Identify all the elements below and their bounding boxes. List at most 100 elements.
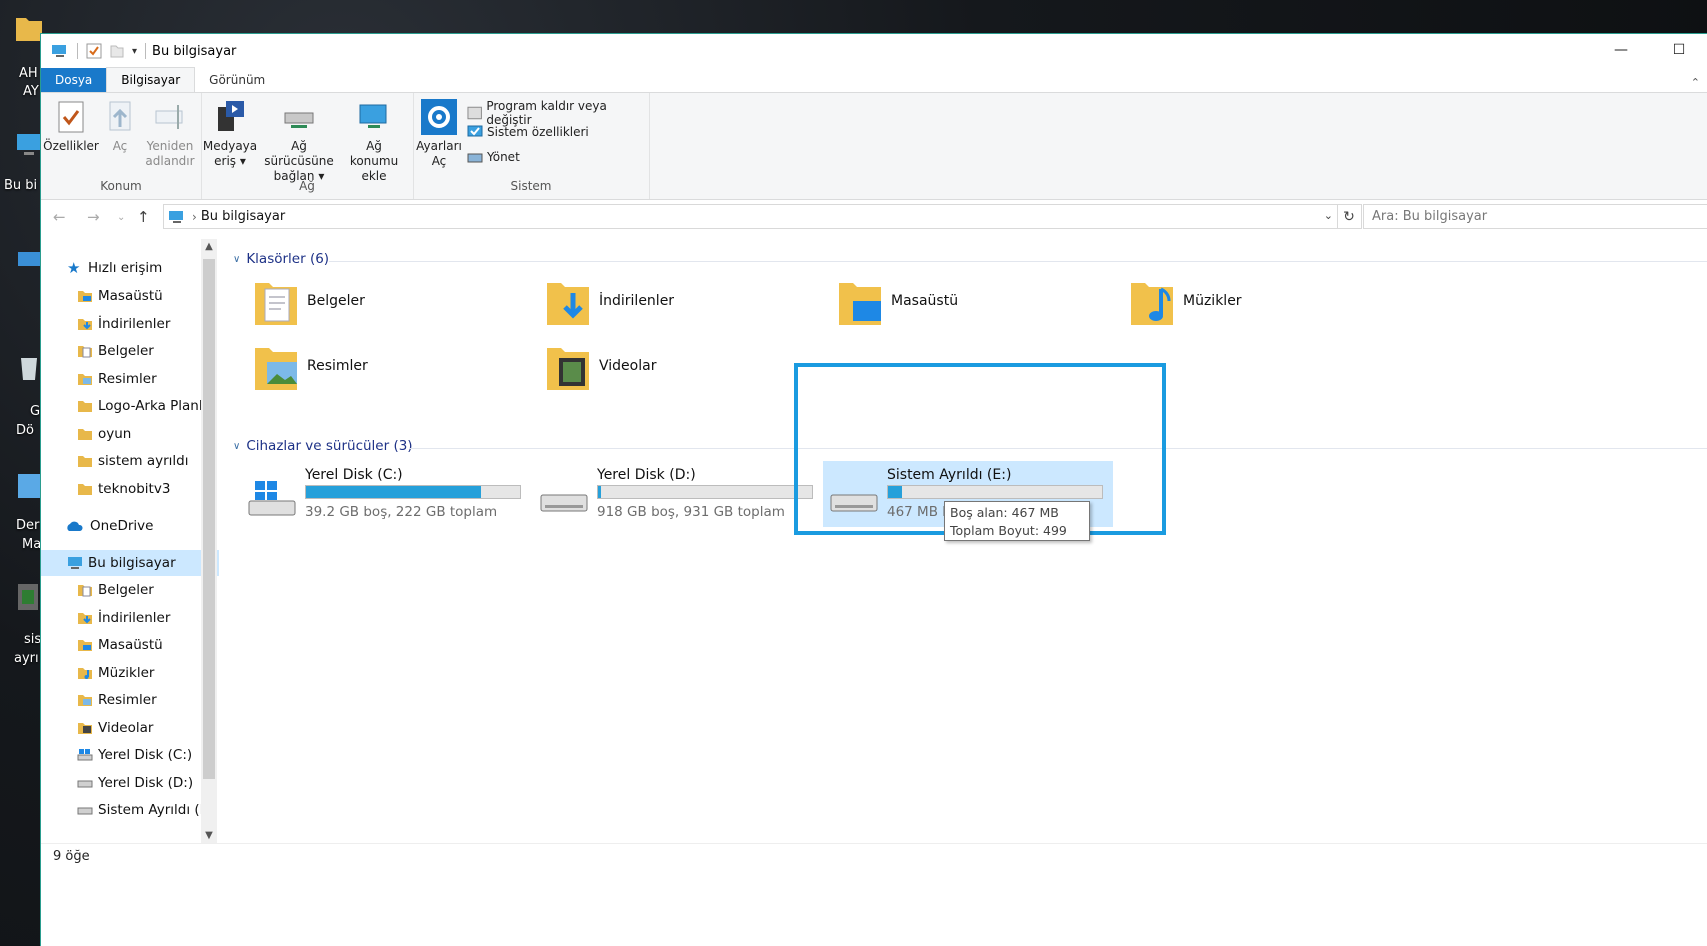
nav-label: Hızlı erişim: [88, 260, 163, 276]
desktop-label: Der: [16, 518, 40, 533]
folder-label: Resimler: [307, 358, 368, 374]
refresh-button[interactable]: ↻: [1337, 204, 1362, 229]
drive-d[interactable]: Yerel Disk (D:) 918 GB boş, 931 GB topla…: [533, 461, 823, 527]
drive-icon: [77, 780, 93, 788]
network-location-icon: [359, 104, 387, 128]
nav-label: OneDrive: [90, 518, 154, 534]
address-dropdown-icon[interactable]: ⌄: [1324, 209, 1333, 222]
documents-folder-icon: [255, 283, 297, 325]
folder-resimler[interactable]: Resimler: [253, 340, 368, 392]
drives-header-label: Cihazlar ve sürücüler (3): [246, 438, 413, 454]
onedrive-cloud-icon: [67, 521, 83, 531]
nav-label: Videolar: [98, 720, 154, 736]
back-arrow-icon[interactable]: ←: [53, 208, 66, 226]
manage-button[interactable]: Yönet: [467, 149, 520, 165]
system-properties-icon: [467, 125, 483, 137]
folder-indirilenler[interactable]: İndirilenler: [545, 275, 674, 327]
system-properties-button[interactable]: Sistem özellikleri: [467, 124, 589, 140]
nav-label: sistem ayrıldı: [98, 453, 189, 469]
desktop-label: G: [30, 404, 41, 419]
open-button[interactable]: Aç: [103, 99, 137, 154]
desktop-label: Dö: [16, 423, 34, 438]
ribbon-collapse-icon[interactable]: ⌃: [1691, 76, 1700, 89]
title-bar: ▾ Bu bilgisayar — ☐: [41, 34, 1707, 68]
breadcrumb-chevron-icon[interactable]: ›: [192, 210, 197, 224]
item-count: 9 öğe: [53, 848, 90, 864]
nav-label: teknobitv3: [98, 481, 171, 497]
group-label-konum: Konum: [100, 179, 142, 193]
tab-dosya[interactable]: Dosya: [41, 68, 107, 92]
up-arrow-icon[interactable]: ↑: [137, 208, 150, 226]
windows-drive-icon: [248, 481, 296, 516]
nav-label: Belgeler: [98, 582, 154, 598]
uninstall-program-button[interactable]: Program kaldır veya değiştir: [467, 99, 649, 127]
breadcrumb[interactable]: Bu bilgisayar: [201, 209, 285, 224]
media-access-button[interactable]: Medyaya eriş ▾: [203, 99, 257, 169]
recent-locations-icon[interactable]: ⌄: [117, 212, 125, 223]
nav-scrollbar[interactable]: ▲ ▼: [201, 239, 217, 843]
desktop-folder-icon: [78, 640, 92, 651]
drives-section-header[interactable]: ∨ Cihazlar ve sürücüler (3): [233, 438, 413, 454]
search-placeholder: Ara: Bu bilgisayar: [1372, 209, 1488, 224]
folder-muzikler[interactable]: Müzikler: [1129, 275, 1242, 327]
drive-usage-bar: [597, 485, 813, 499]
new-folder-icon[interactable]: [110, 43, 124, 59]
map-network-drive-label-1: Ağ sürücüsüne: [264, 139, 334, 168]
folders-header-label: Klasörler (6): [246, 251, 330, 267]
group-konum: Özellikler Aç Yeniden adlandır Konum: [41, 93, 202, 199]
status-bar: 9 öğe: [41, 843, 1707, 868]
add-network-location-button[interactable]: Ağ konumu ekle: [341, 99, 407, 184]
separator: [77, 43, 78, 59]
minimize-button[interactable]: —: [1592, 34, 1650, 66]
properties-icon[interactable]: [86, 43, 102, 59]
group-ag: Medyaya eriş ▾ Ağ sürücüsüne bağlan ▾ Ağ…: [201, 93, 414, 199]
window-title: Bu bilgisayar: [152, 43, 237, 59]
divider: [329, 261, 1707, 262]
drive-icon: [540, 494, 588, 512]
network-drive-icon: [284, 112, 314, 128]
nav-label: Yerel Disk (D:): [98, 775, 194, 791]
group-label-ag: Ağ: [299, 179, 315, 193]
chevron-down-icon: ∨: [233, 440, 241, 452]
folder-videolar[interactable]: Videolar: [545, 340, 656, 392]
tab-gorunum[interactable]: Görünüm: [195, 68, 279, 92]
properties-icon: [58, 101, 84, 133]
folder-icon: [78, 456, 92, 467]
open-settings-button[interactable]: Ayarları Aç: [416, 99, 462, 169]
maximize-button[interactable]: ☐: [1650, 34, 1707, 66]
customize-toolbar-icon[interactable]: ▾: [132, 46, 137, 57]
folder-label: Videolar: [599, 358, 657, 374]
folder-belgeler[interactable]: Belgeler: [253, 275, 365, 327]
drive-name: Yerel Disk (C:): [305, 467, 403, 483]
tab-bilgisayar[interactable]: Bilgisayar: [106, 67, 196, 92]
drive-info: 918 GB boş, 931 GB toplam: [597, 504, 785, 520]
rename-icon: [155, 105, 183, 129]
search-input[interactable]: Ara: Bu bilgisayar: [1363, 204, 1707, 229]
downloads-folder-icon: [547, 283, 589, 325]
nav-label: oyun: [98, 426, 132, 442]
nav-label: Müzikler: [98, 665, 155, 681]
forward-arrow-icon[interactable]: →: [87, 208, 100, 226]
scroll-up-icon[interactable]: ▲: [201, 241, 217, 252]
properties-button[interactable]: Özellikler: [43, 99, 99, 154]
group-sistem: Ayarları Aç Program kaldır veya değiştir…: [413, 93, 650, 199]
folder-masaustu[interactable]: Masaüstü: [837, 275, 958, 327]
folder-label: Masaüstü: [891, 293, 959, 309]
maximize-icon: ☐: [1672, 42, 1686, 58]
scroll-down-icon[interactable]: ▼: [201, 830, 217, 841]
music-folder-icon: [78, 668, 92, 679]
minimize-icon: —: [1614, 42, 1628, 58]
folders-section-header[interactable]: ∨ Klasörler (6): [233, 251, 329, 267]
nav-label: Bu bilgisayar: [88, 555, 176, 571]
drive-usage-bar: [305, 485, 521, 499]
videos-folder-icon: [547, 348, 589, 390]
scrollbar-thumb[interactable]: [203, 259, 215, 779]
rename-button[interactable]: Yeniden adlandır: [143, 99, 197, 169]
ribbon: Özellikler Aç Yeniden adlandır Konum Med…: [41, 92, 1707, 200]
nav-label: Resimler: [98, 692, 157, 708]
address-bar[interactable]: › Bu bilgisayar ⌄: [163, 204, 1338, 229]
nav-label: Yerel Disk (C:): [98, 747, 193, 763]
folder-label: Belgeler: [307, 293, 365, 309]
map-network-drive-button[interactable]: Ağ sürücüsüne bağlan ▾: [259, 99, 339, 184]
drive-c[interactable]: Yerel Disk (C:) 39.2 GB boş, 222 GB topl…: [241, 461, 531, 527]
